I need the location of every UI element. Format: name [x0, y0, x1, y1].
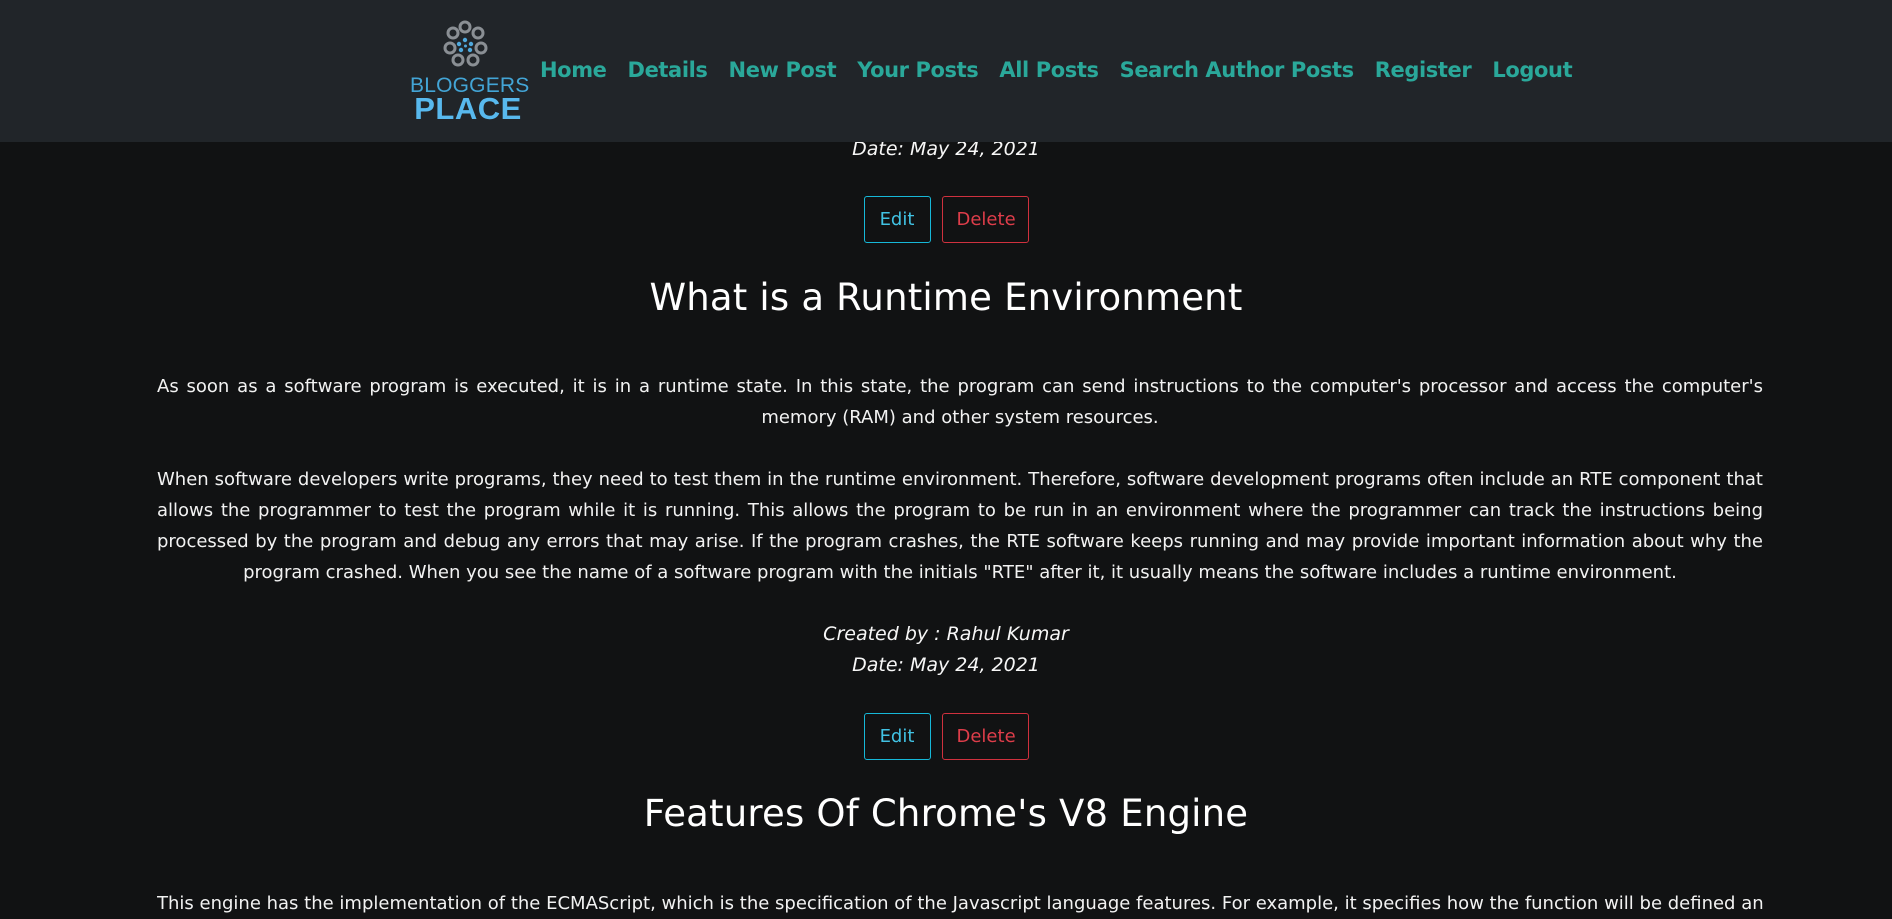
- nav-register[interactable]: Register: [1375, 58, 1472, 82]
- previous-post-actions: Edit Delete: [0, 196, 1892, 243]
- delete-button[interactable]: Delete: [941, 713, 1029, 760]
- nav-your-posts[interactable]: Your Posts: [857, 58, 979, 82]
- brand-logo[interactable]: BLOGGERS PLACE: [410, 18, 529, 126]
- post-author: Created by : Rahul Kumar: [823, 623, 1069, 645]
- dots-circle-logo-icon: [443, 20, 488, 67]
- post-paragraph: As soon as a software program is execute…: [157, 376, 1763, 428]
- post-meta: Created by : Rahul Kumar Date: May 24, 2…: [0, 619, 1892, 681]
- post-date: Date: May 24, 2021: [852, 654, 1040, 676]
- post-actions: Edit Delete: [0, 713, 1892, 760]
- edit-button[interactable]: Edit: [863, 713, 931, 760]
- nav-logout[interactable]: Logout: [1492, 58, 1572, 82]
- nav-all-posts[interactable]: All Posts: [999, 58, 1099, 82]
- delete-button[interactable]: Delete: [941, 196, 1029, 243]
- nav-new-post[interactable]: New Post: [729, 58, 837, 82]
- post-title: What is a Runtime Environment: [649, 276, 1243, 319]
- nav-home[interactable]: Home: [540, 58, 607, 82]
- edit-button[interactable]: Edit: [863, 196, 931, 243]
- brand-name-line2: PLACE: [414, 91, 522, 126]
- nav-details[interactable]: Details: [628, 58, 708, 82]
- navbar: BLOGGERS PLACE Home Details New Post You…: [0, 0, 1892, 142]
- post-card: What is a Runtime Environment: [0, 276, 1892, 319]
- nav-search-author-posts[interactable]: Search Author Posts: [1120, 58, 1355, 82]
- main-nav: Home Details New Post Your Posts All Pos…: [540, 52, 1593, 88]
- post-paragraph: This engine has the implementation of th…: [157, 893, 1763, 914]
- post-title: Features Of Chrome's V8 Engine: [643, 792, 1249, 835]
- post-paragraph: When software developers write programs,…: [157, 469, 1763, 583]
- post-card: Features Of Chrome's V8 Engine: [0, 792, 1892, 835]
